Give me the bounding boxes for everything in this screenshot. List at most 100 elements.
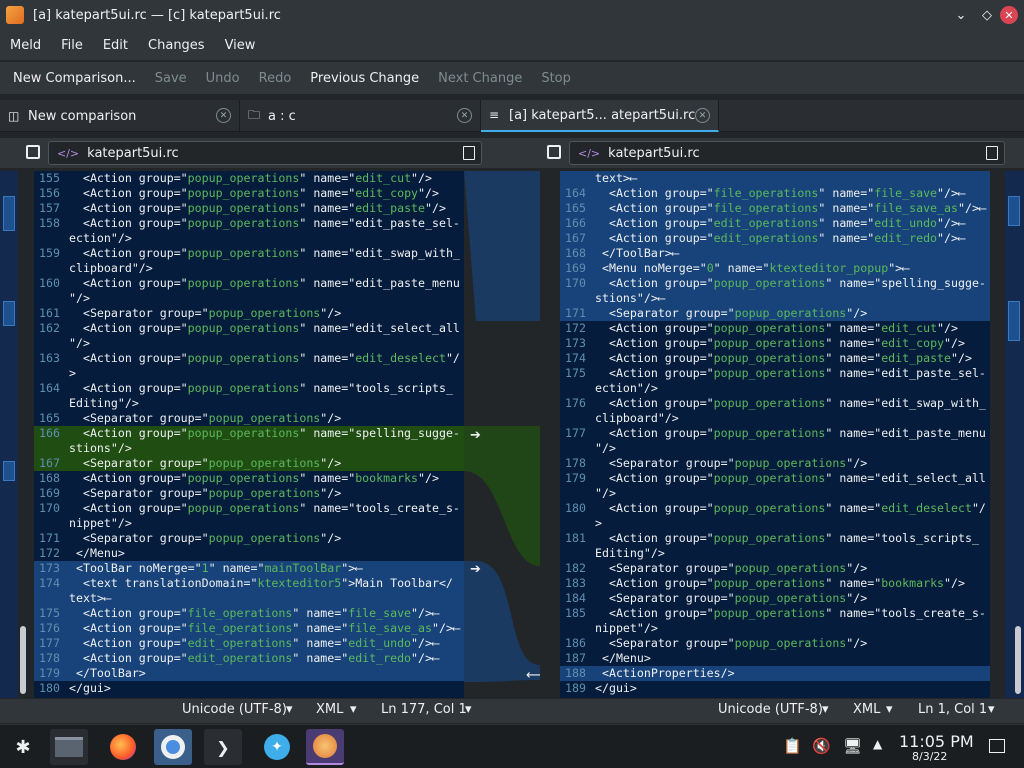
code-line[interactable]: 185 <Action group="popup_operations" nam… [560,606,990,621]
code-line[interactable]: nippet"/> [34,516,464,531]
tab-folder-comparison[interactable]: 🗀 a : c ✕ [240,100,481,132]
code-line[interactable]: 172 <Action group="popup_operations" nam… [560,321,990,336]
left-syntax-select[interactable]: XML [316,702,343,717]
clipboard-icon[interactable]: 📋 [783,737,802,755]
code-line[interactable]: stions"/> [34,441,464,456]
code-line[interactable]: 176 <Action group="file_operations" name… [34,621,464,636]
code-line[interactable]: 188 <ActionProperties/> [560,666,990,681]
code-line[interactable]: 167 <Action group="edit_operations" name… [560,231,990,246]
code-line[interactable]: 160 <Action group="popup_operations" nam… [34,276,464,291]
code-line[interactable]: 171 <Separator group="popup_operations"/… [34,531,464,546]
minimize-icon[interactable]: ⌄ [948,2,974,28]
previous-change-button[interactable]: Previous Change [301,71,429,86]
left-cursor-position[interactable]: Ln 177, Col 1 [381,702,467,717]
display-icon[interactable]: 🖥 [843,737,862,755]
tab-new-comparison[interactable]: ◫ New comparison ✕ [0,100,240,132]
left-scrollbar[interactable] [20,626,26,694]
code-line[interactable]: 177 <Action group="popup_operations" nam… [560,426,990,441]
browse-right-icon[interactable] [986,146,998,160]
menu-file[interactable]: File [51,38,93,53]
code-line[interactable]: 170 <Action group="popup_operations" nam… [560,276,990,291]
code-line[interactable]: 155 <Action group="popup_operations" nam… [34,171,464,186]
code-line[interactable]: 168 </ToolBar>⟵ [560,246,990,261]
code-line[interactable]: 156 <Action group="popup_operations" nam… [34,186,464,201]
right-syntax-select[interactable]: XML [853,702,880,717]
save-right-icon[interactable] [547,145,561,159]
clock-date[interactable]: 8/3/22 [912,750,947,763]
code-line[interactable]: 180 <Action group="popup_operations" nam… [560,501,990,516]
right-text-pane[interactable]: text>⟵ 164 <Action group="file_operations… [560,171,990,698]
right-scrollbar[interactable] [1015,626,1021,694]
code-line[interactable]: > [34,366,464,381]
next-change-button[interactable]: Next Change [429,71,532,86]
code-line[interactable]: 177 <Action group="edit_operations" name… [34,636,464,651]
code-line[interactable]: 167 <Separator group="popup_operations"/… [34,456,464,471]
code-line[interactable]: 178 <Separator group="popup_operations"/… [560,456,990,471]
code-line[interactable]: 165 <Separator group="popup_operations"/… [34,411,464,426]
browse-left-icon[interactable] [463,146,475,160]
menu-changes[interactable]: Changes [138,38,215,53]
code-line[interactable]: clipboard"/> [560,411,990,426]
code-line[interactable]: 181 <Action group="popup_operations" nam… [560,531,990,546]
stop-button[interactable]: Stop [532,71,581,86]
right-encoding-select[interactable]: Unicode (UTF-8) [718,702,823,717]
code-line[interactable]: 179 <Action group="popup_operations" nam… [560,471,990,486]
code-line[interactable]: "/> [560,441,990,456]
code-line[interactable]: > [560,516,990,531]
close-icon[interactable]: ✕ [1000,6,1018,24]
save-button[interactable]: Save [145,71,196,86]
code-line[interactable]: 174 <text translationDomain="ktexteditor… [34,576,464,591]
menu-meld[interactable]: Meld [0,38,51,53]
code-line[interactable]: 174 <Action group="popup_operations" nam… [560,351,990,366]
discover-icon[interactable]: ✦ [258,729,296,765]
left-encoding-select[interactable]: Unicode (UTF-8) [182,702,287,717]
menu-edit[interactable]: Edit [93,38,138,53]
code-line[interactable]: 175 <Action group="file_operations" name… [34,606,464,621]
code-line[interactable]: 187 </Menu> [560,651,990,666]
maximize-icon[interactable]: ◇ [974,2,1000,28]
clock-time[interactable]: 11:05 PM [899,732,974,751]
left-file-chooser[interactable]: </> katepart5ui.rc [48,141,482,165]
save-left-icon[interactable] [26,145,40,159]
code-line[interactable]: 178 <Action group="edit_operations" name… [34,651,464,666]
close-tab-icon[interactable]: ✕ [216,108,231,123]
volume-muted-icon[interactable]: 🔇 [812,737,831,755]
left-change-map[interactable] [0,171,26,698]
code-line[interactable]: "/> [560,486,990,501]
code-line[interactable]: 161 <Separator group="popup_operations"/… [34,306,464,321]
code-line[interactable]: nippet"/> [560,621,990,636]
code-line[interactable]: stions"/>⟵ [560,291,990,306]
close-tab-icon[interactable]: ✕ [695,108,710,123]
code-line[interactable]: 184 <Separator group="popup_operations"/… [560,591,990,606]
code-line[interactable]: 157 <Action group="popup_operations" nam… [34,201,464,216]
right-change-map[interactable] [1005,171,1024,698]
code-line[interactable]: text>⟵ [560,171,990,186]
undo-button[interactable]: Undo [196,71,249,86]
redo-button[interactable]: Redo [249,71,301,86]
code-line[interactable]: clipboard"/> [34,261,464,276]
code-line[interactable]: "/> [34,336,464,351]
code-line[interactable]: "/> [34,291,464,306]
code-line[interactable]: 179 </ToolBar> [34,666,464,681]
right-cursor-position[interactable]: Ln 1, Col 1 [918,702,987,717]
code-line[interactable]: 175 <Action group="popup_operations" nam… [560,366,990,381]
code-line[interactable]: 158 <Action group="popup_operations" nam… [34,216,464,231]
code-line[interactable]: ection"/> [34,231,464,246]
code-line[interactable]: ection"/> [560,381,990,396]
close-tab-icon[interactable]: ✕ [457,108,472,123]
code-line[interactable]: 183 <Action group="popup_operations" nam… [560,576,990,591]
code-line[interactable]: 172 </Menu> [34,546,464,561]
code-line[interactable]: 170 <Action group="popup_operations" nam… [34,501,464,516]
firefox-icon[interactable] [104,729,142,765]
tab-file-comparison[interactable]: ≡ [a] katepart5... atepart5ui.rc ✕ [481,100,719,132]
code-line[interactable]: 171 <Separator group="popup_operations"/… [560,306,990,321]
meld-taskbar-icon[interactable] [306,729,344,765]
chromium-icon[interactable] [154,729,192,765]
code-line[interactable]: 169 <Menu noMerge="0" name="ktexteditor_… [560,261,990,276]
code-line[interactable]: 182 <Separator group="popup_operations"/… [560,561,990,576]
left-text-pane[interactable]: 155 <Action group="popup_operations" nam… [34,171,464,698]
code-line[interactable]: 164 <Action group="file_operations" name… [560,186,990,201]
new-comparison-button[interactable]: New Comparison... [0,71,145,86]
code-line[interactable]: 168 <Action group="popup_operations" nam… [34,471,464,486]
code-line[interactable]: 166 <Action group="popup_operations" nam… [34,426,464,441]
